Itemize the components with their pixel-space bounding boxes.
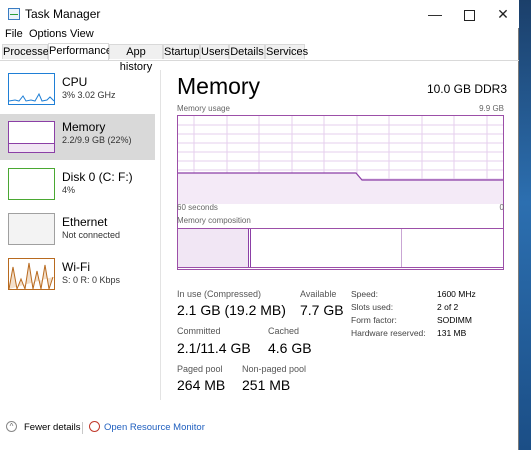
minimize-icon: — — [428, 6, 442, 22]
sidebar-item-sub: 2.2/9.9 GB (22%) — [62, 135, 132, 145]
sidebar-item-label: Disk 0 (C: F:) — [62, 170, 133, 184]
tab-performance[interactable]: Performance — [48, 43, 112, 60]
menu-options[interactable]: Options — [29, 28, 67, 40]
minimize-button[interactable]: — — [418, 0, 452, 28]
sidebar-item-label: Ethernet — [62, 215, 108, 229]
non-paged-pool-label: Non-paged pool — [242, 364, 307, 374]
close-icon: ✕ — [497, 6, 509, 22]
footer-divider — [82, 422, 83, 434]
ethernet-thumbnail-graph — [8, 213, 55, 245]
close-button[interactable]: ✕ — [486, 0, 520, 28]
fewer-details-link[interactable]: Fewer details — [24, 422, 81, 433]
tab-bar: Processes Performance App history Startu… — [0, 43, 519, 73]
non-paged-pool-value: 251 MB — [242, 377, 291, 393]
graph-time-right: 0 — [499, 203, 504, 212]
in-use-value: 2.1 GB (19.2 MB) — [177, 302, 286, 318]
cached-value: 4.6 GB — [268, 340, 312, 356]
cached-label: Cached — [268, 326, 300, 336]
sidebar-item-ethernet[interactable]: Ethernet Not connected — [0, 210, 155, 256]
tab-details[interactable]: Details — [229, 44, 265, 59]
tab-app-history[interactable]: App history — [109, 44, 163, 73]
hardware-reserved-value: 131 MB — [437, 328, 467, 338]
committed-value: 2.1/11.4 GB — [177, 340, 251, 356]
available-label: Available — [300, 289, 337, 299]
desktop-background — [519, 0, 531, 450]
memory-detail-panel: Memory 10.0 GB DDR3 Memory usage 9.9 GB — [177, 70, 507, 405]
disk-thumbnail-graph — [8, 168, 55, 200]
paged-pool-label: Paged pool — [177, 364, 223, 374]
page-title: Memory — [177, 73, 261, 99]
maximize-icon — [463, 9, 475, 21]
cpu-thumbnail-graph — [8, 73, 55, 105]
window-title: Task Manager — [25, 7, 101, 21]
memory-usage-label: Memory usage — [177, 104, 230, 113]
tab-services[interactable]: Services — [265, 44, 308, 59]
paged-pool-value: 264 MB — [177, 377, 226, 393]
graph-time-left: 60 seconds — [177, 203, 218, 212]
sidebar-item-disk[interactable]: Disk 0 (C: F:) 4% — [0, 165, 155, 211]
sidebar-item-sub: S: 0 R: 0 Kbps — [62, 275, 121, 285]
memory-spec: 10.0 GB DDR3 — [426, 82, 507, 96]
committed-label: Committed — [177, 326, 221, 336]
sidebar-item-cpu[interactable]: CPU 3% 3.02 GHz — [0, 70, 155, 116]
speed-label: Speed: — [351, 289, 378, 299]
speed-value: 1600 MHz — [437, 289, 476, 299]
memory-thumbnail-graph — [8, 121, 55, 153]
sidebar-item-sub: 3% 3.02 GHz — [62, 90, 116, 100]
sidebar-item-memory[interactable]: Memory 2.2/9.9 GB (22%) — [0, 114, 155, 160]
maximize-button[interactable] — [452, 0, 486, 28]
resource-monitor-icon[interactable] — [89, 421, 100, 432]
task-manager-icon — [8, 8, 20, 20]
memory-usage-max: 9.9 GB — [479, 104, 504, 113]
form-factor-label: Form factor: — [351, 315, 397, 325]
sidebar-item-label: Memory — [62, 120, 106, 134]
menu-file[interactable]: File — [5, 28, 23, 40]
sidebar-item-sub: 4% — [62, 185, 76, 195]
chevron-up-icon[interactable]: ^ — [6, 421, 17, 432]
slots-used-value: 2 of 2 — [437, 302, 459, 312]
performance-sidebar: CPU 3% 3.02 GHz Memory 2.2/9.9 GB (22%) … — [0, 70, 161, 400]
memory-composition-label: Memory composition — [177, 216, 251, 225]
available-value: 7.7 GB — [300, 302, 344, 318]
wifi-thumbnail-graph — [8, 258, 55, 291]
sidebar-item-label: CPU — [62, 75, 88, 89]
in-use-label: In use (Compressed) — [177, 289, 262, 299]
slots-used-label: Slots used: — [351, 302, 394, 312]
menu-view[interactable]: View — [70, 28, 94, 40]
form-factor-value: SODIMM — [437, 315, 472, 325]
memory-composition-bar — [177, 228, 504, 268]
sidebar-item-label: Wi-Fi — [62, 260, 90, 274]
hardware-reserved-label: Hardware reserved: — [351, 328, 426, 338]
tab-processes[interactable]: Processes — [2, 44, 54, 59]
sidebar-item-sub: Not connected — [62, 230, 121, 240]
task-manager-window: Task Manager — ✕ File Options View Proce… — [0, 0, 519, 450]
footer-bar: ^ Fewer details Open Resource Monitor — [0, 418, 519, 440]
tab-users[interactable]: Users — [200, 44, 230, 59]
title-bar[interactable]: Task Manager — ✕ — [0, 0, 519, 28]
sidebar-item-wifi[interactable]: Wi-Fi S: 0 R: 0 Kbps — [0, 255, 155, 301]
tab-startup[interactable]: Startup — [163, 44, 200, 59]
open-resource-monitor-link[interactable]: Open Resource Monitor — [104, 422, 205, 433]
